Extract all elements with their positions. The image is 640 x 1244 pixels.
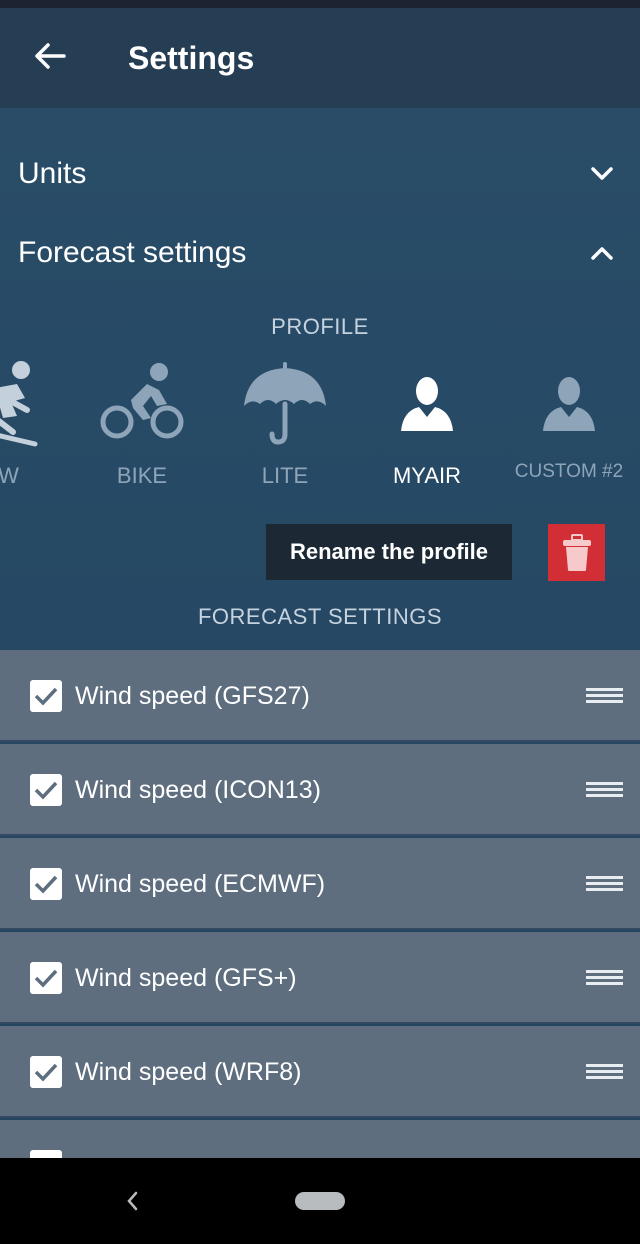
checkbox[interactable] — [30, 774, 62, 806]
section-forecast-label: Forecast settings — [18, 236, 247, 269]
profile-label: MYAIR — [392, 463, 462, 488]
list-item[interactable]: Wind speed (WRF8) — [0, 1026, 640, 1118]
checkmark-icon — [34, 969, 58, 988]
drag-handle-icon[interactable] — [586, 876, 623, 892]
section-forecast-settings[interactable]: Forecast settings — [0, 223, 640, 283]
rename-profile-button[interactable]: Rename the profile — [266, 524, 512, 580]
list-item[interactable]: Wind speed (GFS+) — [0, 932, 640, 1024]
profile-label: LITE — [261, 463, 309, 488]
checkmark-icon — [34, 875, 58, 894]
cyclist-icon — [72, 353, 212, 453]
system-navigation-bar — [0, 1158, 640, 1244]
umbrella-icon — [215, 353, 355, 453]
user-icon — [357, 353, 497, 453]
profile-item-snow[interactable]: OW — [0, 353, 70, 503]
chevron-down-icon — [591, 167, 613, 180]
page-title: Settings — [128, 40, 255, 76]
profile-item-lite[interactable]: LITE — [215, 353, 355, 503]
profile-label: CUSTOM #2 — [514, 461, 624, 482]
section-units[interactable]: Units — [0, 144, 640, 204]
trash-icon — [562, 533, 591, 571]
status-bar — [0, 0, 640, 8]
nav-home-pill[interactable] — [295, 1192, 345, 1210]
nav-back-button[interactable] — [118, 1186, 146, 1216]
list-item-label: Wind speed (WRF8) — [75, 1058, 302, 1086]
profile-item-bike[interactable]: BIKE — [72, 353, 212, 503]
list-item[interactable]: Wind speed (GFS27) — [0, 650, 640, 742]
chevron-up-icon — [591, 247, 613, 260]
drag-handle-icon[interactable] — [586, 970, 623, 986]
checkbox[interactable] — [30, 680, 62, 712]
checkbox[interactable] — [30, 868, 62, 900]
app-header: Settings — [0, 8, 640, 108]
delete-profile-button[interactable] — [548, 524, 605, 581]
drag-handle-icon[interactable] — [586, 782, 623, 798]
list-item-label: Wind speed (GFS+) — [75, 964, 297, 992]
forecast-settings-list: Wind speed (GFS27) Wind speed (ICON13) W… — [0, 650, 640, 1158]
profile-label: BIKE — [116, 463, 168, 488]
back-button[interactable] — [26, 32, 74, 80]
list-item-label: Wind speed (ECMWF) — [75, 870, 326, 898]
chevron-left-icon — [127, 1191, 138, 1211]
checkmark-icon — [34, 1063, 58, 1082]
checkbox[interactable] — [30, 1056, 62, 1088]
profile-label: OW — [0, 463, 19, 488]
user-icon — [499, 353, 639, 453]
profile-item-custom-2[interactable]: CUSTOM #2 — [499, 353, 639, 503]
section-units-label: Units — [18, 157, 87, 190]
skier-icon — [0, 353, 70, 453]
list-item[interactable]: Wind speed (ECMWF) — [0, 838, 640, 930]
list-item[interactable]: Wind speed (ICON13) — [0, 744, 640, 836]
checkbox[interactable] — [30, 1150, 62, 1158]
drag-handle-icon[interactable] — [586, 1064, 623, 1080]
forecast-settings-heading: FORECAST SETTINGS — [197, 604, 442, 629]
list-item-label: Wind speed (GFS27) — [75, 682, 310, 710]
checkmark-icon — [34, 687, 58, 706]
list-item-label: Wind speed (ICON13) — [75, 776, 321, 804]
checkmark-icon — [34, 781, 58, 800]
drag-handle-icon[interactable] — [586, 688, 623, 704]
checkbox[interactable] — [30, 962, 62, 994]
list-item[interactable] — [0, 1120, 640, 1158]
settings-screen: Settings Units Forecast settings PROFILE… — [0, 8, 640, 1158]
arrow-left-icon — [35, 43, 66, 69]
profile-heading: PROFILE — [271, 314, 369, 339]
profile-item-myair[interactable]: MYAIR — [357, 353, 497, 503]
